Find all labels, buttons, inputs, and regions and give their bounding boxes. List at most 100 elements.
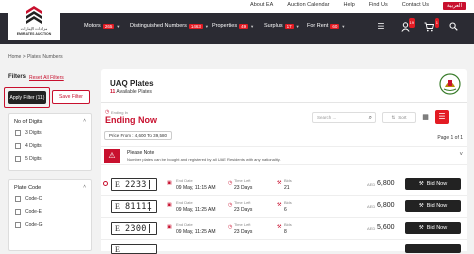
checkbox[interactable]	[15, 209, 21, 215]
bid-now-button[interactable]: ⚒ Bid Now	[405, 178, 461, 190]
bids-value: 6	[284, 207, 287, 213]
time-left-label: Time Left	[234, 178, 251, 183]
uaq-emblem-icon	[439, 73, 461, 95]
bids-label: Bids	[284, 200, 292, 205]
logo-arabic-text: مزادات الإمارات	[20, 26, 48, 31]
option-5-digits[interactable]: 5 Digits	[15, 156, 42, 162]
cart-icon[interactable]: 1	[424, 18, 439, 32]
plate-emblem	[149, 180, 154, 189]
logo-english-text: EMIRATES AUCTION	[16, 32, 52, 36]
link-help[interactable]: Help	[343, 2, 354, 10]
reset-filters-link[interactable]: Reset All Filters	[29, 75, 64, 81]
search-icon[interactable]	[448, 22, 458, 32]
nav-distinguished-numbers[interactable]: Distinguished Numbers 1463 ▼	[130, 23, 209, 29]
emirates-auction-logo[interactable]: مزادات الإمارات EMIRATES AUCTION	[8, 2, 60, 40]
plate-letter: E	[115, 224, 120, 233]
option-code-e[interactable]: Code-E	[15, 209, 42, 215]
plate-number[interactable]: E 2233	[111, 178, 157, 191]
note-banner: ⚠ Please Note Number plates can be bough…	[101, 146, 467, 165]
checkbox[interactable]	[15, 130, 21, 136]
chevron-down-icon[interactable]: ˅	[459, 152, 463, 158]
currency-label: AED	[367, 182, 376, 187]
bid-now-button[interactable]: ⚒ Bid Now	[405, 200, 461, 212]
note-text: Number plates can be bought and register…	[127, 157, 281, 162]
link-contact-us[interactable]: Contact Us	[402, 2, 429, 10]
chevron-up-icon[interactable]: ˄	[83, 118, 86, 124]
menu-icon[interactable]: ☰	[376, 22, 386, 32]
bid-now-label: Bid Now	[426, 203, 448, 209]
available-count: 11 Available Plates	[110, 89, 152, 95]
nav-properties[interactable]: Properties 49 ▼	[212, 23, 254, 29]
end-date-label: End Date	[176, 178, 193, 183]
nav-surplus[interactable]: Surplus 17 ▼	[264, 23, 300, 29]
bid-now-label: Bid Now	[426, 181, 448, 187]
table-row: E 81111 ▣ End Date 09 May, 11:25 AM ◷ Tim…	[101, 197, 467, 218]
bids-value: 8	[284, 229, 287, 235]
plate-letter: E	[115, 202, 120, 211]
digits-filter: No of Digits ˄ 3 Digits 4 Digits 5 Digit…	[8, 113, 92, 171]
link-find-us[interactable]: Find Us	[369, 2, 388, 10]
sort-button[interactable]: ⇅ Sort	[382, 112, 416, 123]
end-date-value: 09 May, 11:15 AM	[176, 185, 216, 191]
nav-badge: 49	[239, 23, 249, 29]
time-left-value: 23 Days	[234, 207, 253, 213]
price-filter-chip[interactable]: Price From : 4,600 To 39,580	[104, 131, 172, 140]
currency-label: AED	[367, 226, 376, 231]
list-view-icon[interactable]: ☰	[435, 110, 449, 124]
profile-icon[interactable]: 19	[400, 18, 415, 32]
end-date-value: 09 May, 11:25 AM	[176, 207, 216, 213]
option-code-g[interactable]: Code-G	[15, 222, 43, 228]
plate-digits: 2300	[125, 223, 147, 234]
apply-filter-button[interactable]: Apply Filter (11)	[8, 91, 46, 104]
top-bar: About EA Auction Calendar Help Find Us C…	[0, 0, 474, 13]
search-input[interactable]: Search ... ⌕	[312, 112, 376, 123]
search-icon[interactable]: ⌕	[369, 114, 372, 123]
gavel-icon: ⚒	[418, 203, 424, 209]
option-4-digits[interactable]: 4 Digits	[15, 143, 42, 149]
plate-number[interactable]: E 81111	[111, 200, 157, 213]
nav-label: Properties	[212, 23, 238, 29]
top-links: About EA Auction Calendar Help Find Us C…	[236, 2, 466, 10]
grid-view-icon[interactable]: ▦	[420, 112, 431, 123]
end-date-label: End Date	[176, 200, 193, 205]
checkbox[interactable]	[15, 156, 21, 162]
calendar-icon: ▣	[167, 180, 172, 186]
chevron-up-icon[interactable]: ˄	[83, 184, 86, 190]
bid-now-button[interactable]	[405, 244, 461, 253]
link-auction-calendar[interactable]: Auction Calendar	[287, 2, 329, 10]
gavel-icon: ⚒	[277, 202, 282, 208]
bid-now-label: Bid Now	[426, 225, 448, 231]
plate-number[interactable]: E 2300	[111, 222, 157, 235]
bid-now-button[interactable]: ⚒ Bid Now	[405, 222, 461, 234]
plate-emblem	[149, 202, 154, 211]
language-switch[interactable]: العربية	[442, 2, 466, 10]
plate-letter: E	[115, 180, 120, 189]
page-title: UAQ Plates	[110, 79, 154, 88]
nav-motors[interactable]: Motors 265 ▼	[84, 23, 120, 29]
nav-label: Surplus	[264, 23, 283, 29]
chevron-down-icon: ▼	[204, 23, 209, 29]
time-left-label: Time Left	[234, 222, 251, 227]
bids-label: Bids	[284, 222, 292, 227]
plate-number[interactable]: E	[111, 244, 157, 254]
warning-icon: ⚠	[104, 149, 120, 163]
bids-value: 21	[284, 185, 290, 191]
available-count-label: Available Plates	[116, 89, 152, 95]
select-radio[interactable]	[103, 181, 108, 186]
option-code-c[interactable]: Code-C	[15, 196, 42, 202]
end-date-label: End Date	[176, 222, 193, 227]
option-3-digits[interactable]: 3 Digits	[15, 130, 42, 136]
save-filter-button[interactable]: Save Filter	[52, 90, 90, 104]
link-about[interactable]: About EA	[250, 2, 273, 10]
checkbox[interactable]	[15, 143, 21, 149]
gavel-icon: ⚒	[277, 224, 282, 230]
listing-panel: UAQ Plates 11 Available Plates ◷ Ending …	[101, 69, 467, 254]
nav-for-rent[interactable]: For Rent 60 ▼	[307, 23, 345, 29]
gavel-icon: ⚒	[418, 181, 424, 187]
logo-mark-icon	[26, 6, 42, 24]
checkbox[interactable]	[15, 196, 21, 202]
checkbox[interactable]	[15, 222, 21, 228]
option-label: 4 Digits	[25, 143, 42, 149]
note-title: Please Note	[127, 150, 155, 156]
profile-badge: 19	[408, 18, 415, 28]
